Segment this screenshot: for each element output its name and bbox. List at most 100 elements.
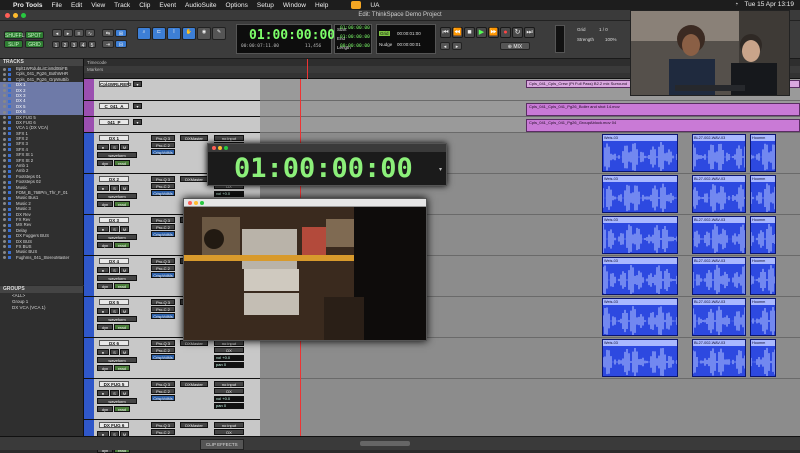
app-menu[interactable]: Pro Tools [13,2,43,9]
menu-help[interactable]: Help [315,2,328,9]
dyn-button[interactable]: dyn [97,406,113,412]
zoom-icon[interactable] [200,201,204,205]
insert-slot-2[interactable]: Pro-C 2 [151,183,175,189]
insert-slot-3[interactable]: CrispVdMs [151,395,175,401]
audio-clip[interactable]: Hoomm [750,175,776,213]
track-name[interactable]: Cpl4WRLREF2 [99,81,132,87]
close-icon[interactable] [188,201,192,205]
insert-slot-2[interactable]: Pro-C 2 [151,347,175,353]
track-show-hide-icon[interactable] [3,116,6,120]
group-item[interactable]: DX VCA (VCA 1) [0,305,83,311]
track-show-hide-icon[interactable] [3,132,6,136]
automation-mode[interactable]: read [114,406,130,412]
fast-forward-icon[interactable]: ⏩ [488,27,499,38]
record-enable-button[interactable]: ● [97,308,109,314]
zoom-preset-4[interactable]: 4 [79,41,87,49]
pencil-tool-icon[interactable]: ✎ [212,27,226,40]
menu-file[interactable]: File [52,2,62,9]
track-show-hide-icon[interactable] [3,207,6,211]
track-show-hide-icon[interactable] [3,186,6,190]
tab-to-transients-button[interactable]: ⇥ [102,40,114,48]
insert-slot-2[interactable]: Pro-C 2 [151,224,175,230]
audio-clip[interactable]: Weis-03 [602,134,678,172]
track-show-hide-icon[interactable] [3,137,6,141]
track-list-item[interactable]: Fughms_041_StereoMaster [0,255,83,260]
track-show-hide-icon[interactable] [3,245,6,249]
track-show-hide-icon[interactable] [3,78,6,82]
pro-tools-status-icon[interactable] [351,1,362,9]
automation-mode[interactable]: read [114,201,130,207]
track-show-hide-icon[interactable] [3,175,6,179]
shuffle-mode-button[interactable]: SHUFFLE [4,31,28,39]
track-name[interactable]: DX 2 [99,176,129,182]
track-name[interactable]: DX 5 [99,299,129,305]
track-show-hide-icon[interactable] [3,202,6,206]
minimize-icon[interactable] [218,146,222,150]
record-enable-button[interactable]: ● [97,226,109,232]
audio-clip[interactable]: Weis-03 [602,216,678,254]
length-value[interactable]: 00:00:00:00 [340,44,370,49]
track-show-hide-icon[interactable] [3,223,6,227]
playhead-marker[interactable] [307,59,308,79]
dx-lane[interactable]: Weis-03 BL27-002-WAV-03 Hoomm [260,338,800,379]
dyn-button[interactable]: dyn [97,324,113,330]
track-show-hide-icon[interactable] [3,213,6,217]
send-slot[interactable]: DXMaster [180,381,208,387]
solo-button[interactable]: S [110,185,119,191]
insert-slot-1[interactable]: Pro-Q 3 [151,422,175,428]
send-slot[interactable]: DXMaster [180,135,208,141]
menu-clock[interactable]: Tue 15 Apr 13:19 [744,1,794,8]
track-name[interactable]: C_041_A [99,103,129,109]
track-show-hide-icon[interactable] [3,72,6,76]
track-show-hide-icon[interactable] [3,83,6,87]
track-show-hide-icon[interactable] [3,153,6,157]
mute-button[interactable]: M [120,226,129,232]
output-selector[interactable]: DX [214,347,244,353]
mute-button[interactable]: M [120,185,129,191]
track-show-hide-icon[interactable] [3,105,6,109]
audio-clip[interactable]: Hoomm [750,339,776,377]
grid-settings[interactable]: Grid 1 / 0 Strength 100% [575,25,625,53]
video-window[interactable] [183,198,427,341]
scrubber-tool-icon[interactable]: ◉ [197,27,211,40]
output-selector[interactable]: DX [214,429,244,435]
solo-button[interactable]: S [110,226,119,232]
track-show-hide-icon[interactable] [3,164,6,168]
insert-slot-3[interactable]: CrispVdMs [151,149,175,155]
volume-control[interactable]: vol +0.0 [214,355,244,361]
audio-clip[interactable]: Hoomm [750,134,776,172]
nudge-value[interactable]: 00:00:00:01 [397,42,421,47]
link-track-button[interactable]: ⊞ [115,29,127,37]
track-show-hide-icon[interactable] [3,99,6,103]
mute-button[interactable]: M [120,144,129,150]
audio-clip[interactable]: Weis-03 [602,298,678,336]
grid-right-value[interactable]: 1 / 0 [599,27,608,32]
audio-clip[interactable]: Cpls_041_Cpls_041_Pg26_GroupAblock.mov 0… [526,119,800,132]
automation-mode[interactable]: read [114,242,130,248]
zoom-preset-1[interactable]: 1 [52,41,60,49]
close-window-icon[interactable] [5,13,10,18]
track-view-selector[interactable]: waveform [97,193,137,199]
track-name[interactable]: DX 3 [99,217,129,223]
insert-slot-2[interactable]: Pro-C 2 [151,265,175,271]
automation-mode[interactable]: read [114,160,130,166]
track-header[interactable]: DX 6 ● S Mwaveform dyn read Pro-Q 3 Pro-C 2 Cris… [84,338,260,379]
insert-slot-3[interactable]: CrispVdMs [151,354,175,360]
strength-value[interactable]: 100% [605,37,617,42]
track-show-hide-icon[interactable] [3,67,6,71]
insert-slot-2[interactable]: Pro-C 2 [151,388,175,394]
send-slot[interactable]: DXMaster [180,176,208,182]
audio-clip[interactable]: Cpls_041_Cpls_041_Pg26_Boiler and shot 1… [526,103,800,116]
grid-nudge-counter[interactable]: Grid 00:00:01:00 Nudge 00:00:00:01 [376,24,436,54]
main-counter[interactable]: 01:00:00:00 00:00:07:11.00 11,456 [236,24,335,54]
stop-icon[interactable]: ■ [464,27,475,38]
menu-edit[interactable]: Edit [71,2,82,9]
insert-slot-1[interactable]: Pro-Q 3 [151,299,175,305]
menu-track[interactable]: Track [114,2,130,9]
menu-event[interactable]: Event [159,2,176,9]
solo-button[interactable]: S [110,349,119,355]
audio-clip[interactable]: BL27-002-WAV-03 [692,339,746,377]
prev-marker-icon[interactable]: ◂ [440,42,450,50]
tab-clip-effects[interactable]: CLIP EFFECTS [200,439,244,450]
pan-control[interactable]: pan 0 [214,362,244,368]
